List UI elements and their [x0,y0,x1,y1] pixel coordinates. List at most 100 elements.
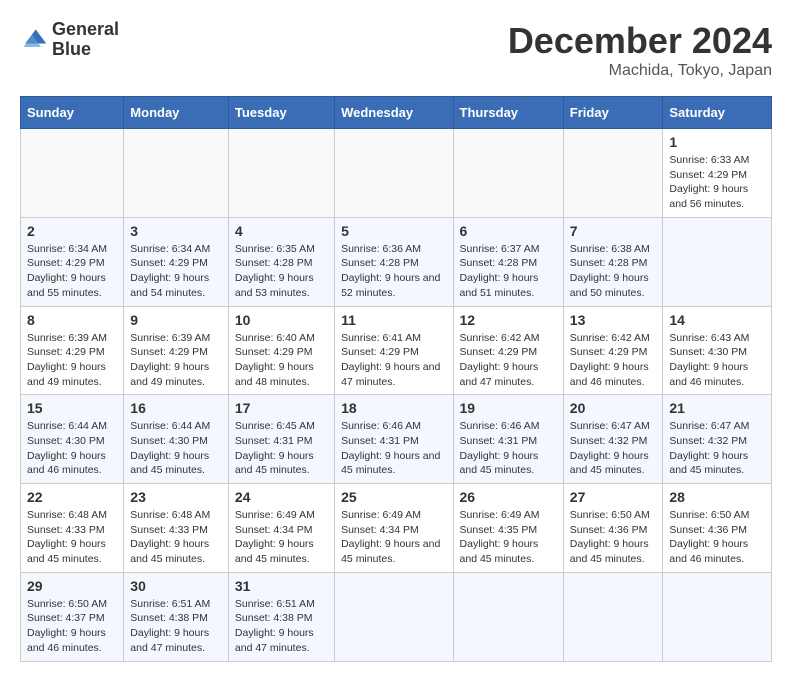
calendar-cell [335,129,453,218]
day-number: 13 [570,312,657,328]
location-title: Machida, Tokyo, Japan [508,62,772,80]
sunset-label: Sunset: 4:29 PM [27,346,105,358]
day-of-week-header: Thursday [453,97,563,129]
sunrise-label: Sunrise: 6:48 AM [27,509,107,521]
daylight-label: Daylight: 9 hours and 45 minutes. [235,538,314,565]
calendar-cell: 26 Sunrise: 6:49 AM Sunset: 4:35 PM Dayl… [453,484,563,573]
calendar-cell: 3 Sunrise: 6:34 AM Sunset: 4:29 PM Dayli… [124,217,229,306]
calendar-cell [563,129,663,218]
calendar-cell: 9 Sunrise: 6:39 AM Sunset: 4:29 PM Dayli… [124,306,229,395]
sunset-label: Sunset: 4:29 PM [669,169,747,181]
sunset-label: Sunset: 4:34 PM [341,524,419,536]
day-number: 4 [235,223,328,239]
sunrise-label: Sunrise: 6:51 AM [130,598,210,610]
sunset-label: Sunset: 4:29 PM [130,257,208,269]
calendar-cell: 28 Sunrise: 6:50 AM Sunset: 4:36 PM Dayl… [663,484,772,573]
sunrise-label: Sunrise: 6:50 AM [669,509,749,521]
daylight-label: Daylight: 9 hours and 47 minutes. [130,627,209,654]
cell-info: Sunrise: 6:50 AM Sunset: 4:37 PM Dayligh… [27,597,117,656]
daylight-label: Daylight: 9 hours and 46 minutes. [669,538,748,565]
daylight-label: Daylight: 9 hours and 46 minutes. [27,450,106,477]
cell-info: Sunrise: 6:48 AM Sunset: 4:33 PM Dayligh… [27,508,117,567]
calendar-cell: 7 Sunrise: 6:38 AM Sunset: 4:28 PM Dayli… [563,217,663,306]
sunset-label: Sunset: 4:36 PM [570,524,648,536]
cell-info: Sunrise: 6:49 AM Sunset: 4:34 PM Dayligh… [341,508,446,567]
day-of-week-header: Wednesday [335,97,453,129]
sunrise-label: Sunrise: 6:47 AM [669,420,749,432]
sunset-label: Sunset: 4:28 PM [235,257,313,269]
sunset-label: Sunset: 4:36 PM [669,524,747,536]
day-number: 5 [341,223,446,239]
daylight-label: Daylight: 9 hours and 45 minutes. [669,450,748,477]
day-number: 7 [570,223,657,239]
header: General Blue December 2024 Machida, Toky… [20,20,772,80]
daylight-label: Daylight: 9 hours and 47 minutes. [341,361,440,388]
title-area: December 2024 Machida, Tokyo, Japan [508,20,772,80]
calendar-week-row: 22 Sunrise: 6:48 AM Sunset: 4:33 PM Dayl… [21,484,772,573]
day-of-week-header: Monday [124,97,229,129]
day-number: 31 [235,578,328,594]
sunrise-label: Sunrise: 6:41 AM [341,332,421,344]
sunrise-label: Sunrise: 6:50 AM [570,509,650,521]
sunset-label: Sunset: 4:28 PM [341,257,419,269]
calendar-cell [453,129,563,218]
day-of-week-header: Saturday [663,97,772,129]
sunset-label: Sunset: 4:35 PM [460,524,538,536]
sunset-label: Sunset: 4:29 PM [570,346,648,358]
day-number: 17 [235,400,328,416]
day-number: 25 [341,489,446,505]
day-number: 15 [27,400,117,416]
sunrise-label: Sunrise: 6:49 AM [235,509,315,521]
sunset-label: Sunset: 4:29 PM [341,346,419,358]
calendar-week-row: 1 Sunrise: 6:33 AM Sunset: 4:29 PM Dayli… [21,129,772,218]
calendar-cell: 21 Sunrise: 6:47 AM Sunset: 4:32 PM Dayl… [663,395,772,484]
calendar-cell: 11 Sunrise: 6:41 AM Sunset: 4:29 PM Dayl… [335,306,453,395]
daylight-label: Daylight: 9 hours and 56 minutes. [669,183,748,210]
sunrise-label: Sunrise: 6:39 AM [130,332,210,344]
cell-info: Sunrise: 6:46 AM Sunset: 4:31 PM Dayligh… [460,419,557,478]
day-number: 27 [570,489,657,505]
sunrise-label: Sunrise: 6:38 AM [570,243,650,255]
sunset-label: Sunset: 4:31 PM [341,435,419,447]
cell-info: Sunrise: 6:44 AM Sunset: 4:30 PM Dayligh… [130,419,222,478]
day-number: 21 [669,400,765,416]
calendar-header-row: SundayMondayTuesdayWednesdayThursdayFrid… [21,97,772,129]
daylight-label: Daylight: 9 hours and 45 minutes. [130,450,209,477]
day-number: 16 [130,400,222,416]
cell-info: Sunrise: 6:33 AM Sunset: 4:29 PM Dayligh… [669,153,765,212]
sunrise-label: Sunrise: 6:36 AM [341,243,421,255]
calendar-cell: 17 Sunrise: 6:45 AM Sunset: 4:31 PM Dayl… [228,395,334,484]
sunrise-label: Sunrise: 6:42 AM [570,332,650,344]
sunrise-label: Sunrise: 6:48 AM [130,509,210,521]
calendar-cell: 12 Sunrise: 6:42 AM Sunset: 4:29 PM Dayl… [453,306,563,395]
daylight-label: Daylight: 9 hours and 45 minutes. [570,450,649,477]
cell-info: Sunrise: 6:50 AM Sunset: 4:36 PM Dayligh… [669,508,765,567]
sunset-label: Sunset: 4:34 PM [235,524,313,536]
sunset-label: Sunset: 4:28 PM [570,257,648,269]
sunset-label: Sunset: 4:38 PM [235,612,313,624]
calendar-cell: 5 Sunrise: 6:36 AM Sunset: 4:28 PM Dayli… [335,217,453,306]
daylight-label: Daylight: 9 hours and 47 minutes. [235,627,314,654]
day-number: 26 [460,489,557,505]
sunrise-label: Sunrise: 6:50 AM [27,598,107,610]
day-number: 22 [27,489,117,505]
calendar-cell [563,572,663,661]
cell-info: Sunrise: 6:38 AM Sunset: 4:28 PM Dayligh… [570,242,657,301]
calendar-cell: 4 Sunrise: 6:35 AM Sunset: 4:28 PM Dayli… [228,217,334,306]
day-of-week-header: Friday [563,97,663,129]
daylight-label: Daylight: 9 hours and 46 minutes. [570,361,649,388]
day-number: 11 [341,312,446,328]
day-number: 2 [27,223,117,239]
daylight-label: Daylight: 9 hours and 52 minutes. [341,272,440,299]
cell-info: Sunrise: 6:42 AM Sunset: 4:29 PM Dayligh… [460,331,557,390]
calendar-cell: 29 Sunrise: 6:50 AM Sunset: 4:37 PM Dayl… [21,572,124,661]
calendar-week-row: 2 Sunrise: 6:34 AM Sunset: 4:29 PM Dayli… [21,217,772,306]
daylight-label: Daylight: 9 hours and 45 minutes. [341,450,440,477]
calendar-cell: 31 Sunrise: 6:51 AM Sunset: 4:38 PM Dayl… [228,572,334,661]
logo: General Blue [20,20,119,60]
calendar-cell: 6 Sunrise: 6:37 AM Sunset: 4:28 PM Dayli… [453,217,563,306]
calendar-table: SundayMondayTuesdayWednesdayThursdayFrid… [20,96,772,662]
calendar-cell: 24 Sunrise: 6:49 AM Sunset: 4:34 PM Dayl… [228,484,334,573]
cell-info: Sunrise: 6:34 AM Sunset: 4:29 PM Dayligh… [27,242,117,301]
day-number: 1 [669,134,765,150]
